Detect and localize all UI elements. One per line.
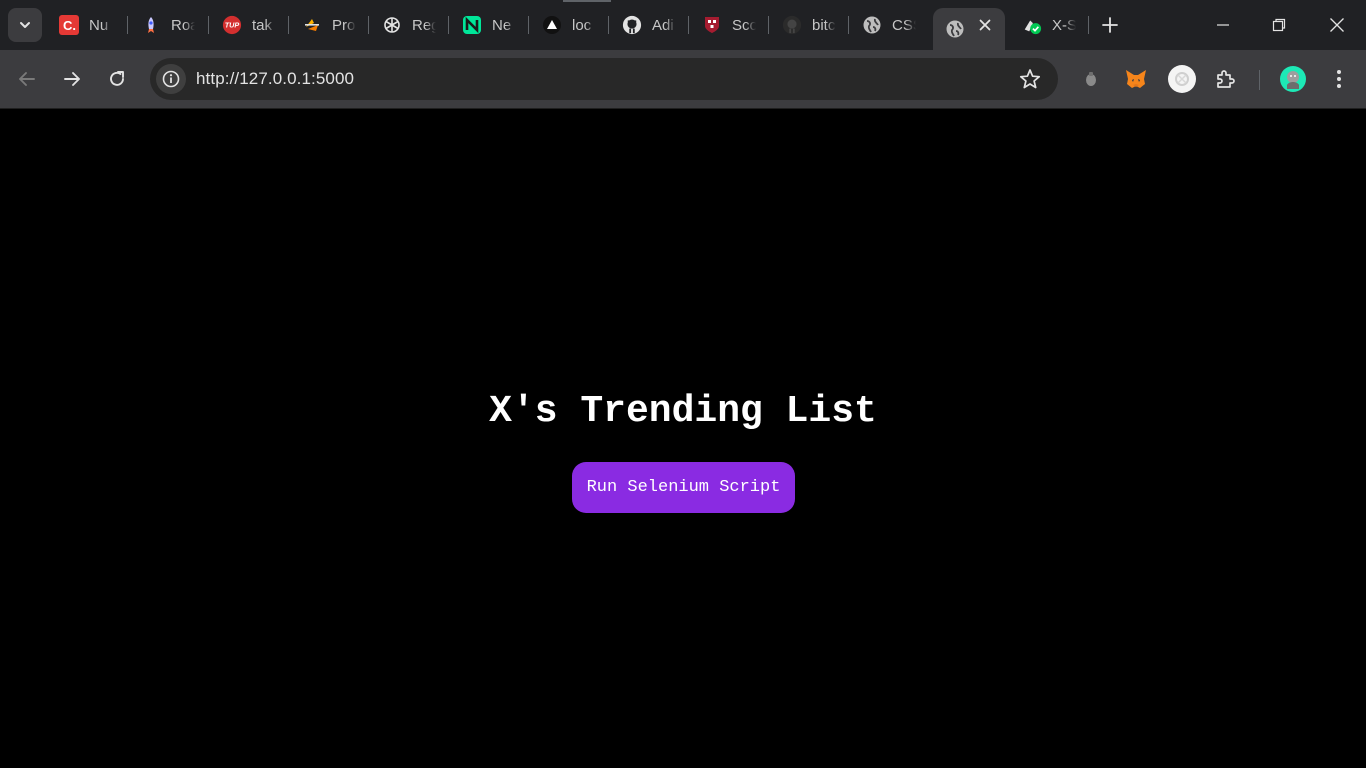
tab-title: Reg	[412, 16, 436, 34]
toolbar-separator	[1259, 70, 1260, 90]
extension-button[interactable]	[1077, 65, 1105, 93]
tab-title: Ne	[492, 16, 512, 34]
tab-title: Sco	[732, 16, 756, 34]
chevron-down-icon	[20, 22, 30, 28]
tab[interactable]: Roa	[131, 8, 211, 42]
metamask-button[interactable]	[1122, 65, 1150, 93]
tup-icon: TUP	[222, 15, 242, 35]
triangle-icon	[542, 15, 562, 35]
close-tab-button[interactable]	[977, 17, 993, 33]
tab-title: loc	[572, 16, 592, 34]
info-icon	[162, 70, 180, 88]
tab-separator	[528, 16, 529, 34]
tab[interactable]: X-S	[1012, 8, 1092, 42]
bookmark-button[interactable]	[1018, 67, 1042, 91]
extension-dot-icon	[1086, 72, 1096, 86]
metamask-icon	[1126, 70, 1146, 88]
star-icon	[1019, 69, 1041, 89]
tab[interactable]: CSS	[852, 8, 932, 42]
new-tab-button[interactable]	[1097, 12, 1123, 38]
profile-circle-icon	[1168, 65, 1196, 93]
reload-icon	[110, 71, 124, 86]
tab-separator	[608, 16, 609, 34]
user-avatar-icon	[1280, 66, 1306, 92]
tab[interactable]: Ne	[452, 8, 532, 42]
openai-icon	[382, 15, 402, 35]
tab-separator	[848, 16, 849, 34]
tab-title: bitc	[812, 16, 836, 34]
run-selenium-button[interactable]: Run Selenium Script	[572, 462, 795, 513]
svg-text:TUP: TUP	[225, 21, 240, 30]
profile-extension-button[interactable]	[1166, 63, 1198, 95]
restore-button[interactable]	[1250, 0, 1308, 50]
tab-separator	[368, 16, 369, 34]
minimize-icon	[1217, 24, 1229, 26]
arrow-right-icon	[64, 72, 80, 86]
tab-separator	[688, 16, 689, 34]
tab[interactable]: TUP tak	[212, 8, 292, 42]
active-tab[interactable]	[933, 8, 1005, 50]
plus-icon	[1102, 17, 1118, 33]
page-content: X's Trending List Run Selenium Script	[0, 110, 1366, 768]
tab-search-button[interactable]	[8, 8, 42, 42]
tab-title: tak	[252, 16, 273, 34]
close-window-button[interactable]	[1308, 0, 1366, 50]
tab[interactable]: C. Nu	[49, 8, 129, 42]
svg-text:C.: C.	[63, 18, 76, 33]
github-icon	[622, 15, 642, 35]
coursera-icon: C.	[59, 15, 79, 35]
tab-title: Adi	[652, 16, 674, 34]
minimize-button[interactable]	[1194, 0, 1252, 50]
globe-icon	[945, 19, 965, 39]
rocket-icon	[141, 15, 161, 35]
tab[interactable]: Pro	[292, 8, 372, 42]
url-text[interactable]: http://127.0.0.1:5000	[196, 69, 354, 89]
close-icon	[979, 19, 991, 31]
reload-button[interactable]	[100, 62, 134, 96]
forward-button[interactable]	[55, 62, 89, 96]
tab[interactable]: Sco	[692, 8, 772, 42]
extensions-menu-button[interactable]	[1212, 65, 1240, 93]
tab-title: CSS	[892, 16, 916, 34]
page-title: X's Trending List	[489, 390, 877, 433]
arrow-left-icon	[19, 72, 35, 86]
tab-separator	[1088, 16, 1089, 34]
tab-title: X-S	[1052, 16, 1076, 34]
tab-title: Pro	[332, 16, 356, 34]
harvard-icon	[702, 15, 722, 35]
project-icon	[302, 15, 322, 35]
github-icon	[782, 15, 802, 35]
address-bar[interactable]: http://127.0.0.1:5000	[150, 58, 1058, 100]
tab-title: Nu	[89, 16, 109, 34]
site-info-button[interactable]	[156, 64, 186, 94]
tab[interactable]: loc	[532, 8, 612, 42]
neon-icon	[462, 15, 482, 35]
restore-icon	[1272, 18, 1286, 32]
more-vertical-icon	[1337, 70, 1341, 88]
tab-title: Roa	[171, 16, 195, 34]
close-icon	[1330, 18, 1344, 32]
tab-separator	[768, 16, 769, 34]
browser-toolbar: http://127.0.0.1:5000	[0, 50, 1366, 109]
puzzle-icon	[1217, 70, 1235, 88]
globe-icon	[862, 15, 882, 35]
tab-separator	[448, 16, 449, 34]
tab-separator	[288, 16, 289, 34]
x-scraper-icon	[1022, 15, 1042, 35]
tab[interactable]: bitc	[772, 8, 852, 42]
tab-separator	[127, 16, 128, 34]
tab[interactable]: Adi	[612, 8, 692, 42]
tab-separator	[208, 16, 209, 34]
browser-menu-button[interactable]	[1325, 65, 1353, 93]
tab-activity-marker	[563, 0, 611, 2]
profile-button[interactable]	[1279, 65, 1307, 93]
tab-strip: C. Nu Roa TUP tak Pro Reg Ne loc Adi Sco…	[0, 0, 1366, 50]
tab[interactable]: Reg	[372, 8, 452, 42]
back-button[interactable]	[10, 62, 44, 96]
